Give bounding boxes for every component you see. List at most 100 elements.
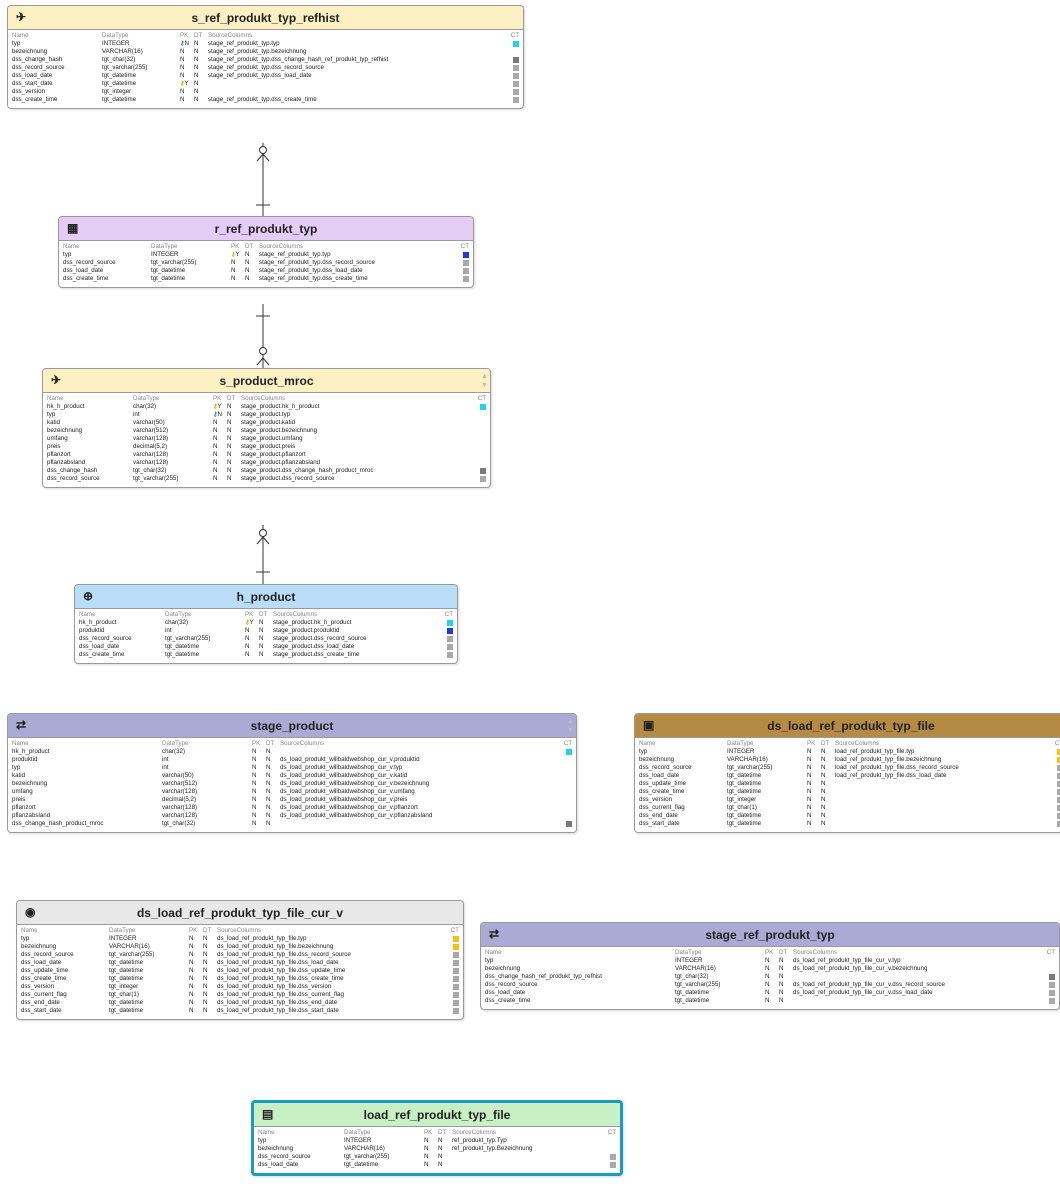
table-row[interactable]: dss_record_source tgt_varchar(255) N Nload_… (639, 764, 1060, 772)
column-datatype: INTEGER (344, 1137, 372, 1144)
table-stage-ref-produkt-typ[interactable]: ⇄ stage_ref_produkt_typ Name DataType PK DT So… (480, 922, 1060, 1010)
table-row[interactable]: dss_load_date tgt_datetime N Nstage_ref_pro… (63, 267, 469, 275)
table-row[interactable]: dss_update_time tgt_datetime N N (639, 780, 1060, 788)
table-row[interactable]: hk_h_product char(32) N N (12, 748, 572, 756)
column-header-datatype: DataType (675, 949, 702, 956)
table-row[interactable]: bezeichnung VARCHAR(16) N Nds_load_ref_prod… (21, 943, 459, 951)
table-row[interactable]: bezeichnung varchar(512) N Nds_load_produkt… (12, 780, 572, 788)
scroll-arrows-icon[interactable]: ▲ ▼ (567, 717, 574, 735)
table-row[interactable]: dss_start_date tgt_datetime ⚷Y N (12, 80, 519, 88)
table-row[interactable]: typ INTEGER N Nload_ref_produkt_typ_file.ty… (639, 748, 1060, 756)
table-row[interactable]: typ int N Nds_load_produkt_willbaldwebshop_… (12, 764, 572, 772)
table-row[interactable]: dss_current_flag tgt_char(1) N N (639, 804, 1060, 812)
table-row[interactable]: dss_create_time tgt_datetime N Nds_load_ref… (21, 975, 459, 983)
table-row[interactable]: dss_load_date tgt_datetime N Nstage_ref_pro… (12, 72, 519, 80)
dt-value: N (438, 1145, 443, 1152)
column-name: pflanzabsland (12, 812, 51, 819)
table-header[interactable]: ▦ r_ref_produkt_typ (59, 217, 473, 241)
table-row[interactable]: dss_create_time tgt_datetime N N (639, 788, 1060, 796)
table-row[interactable]: preis decimal(5,2) N Nstage_product.preis (47, 443, 486, 451)
table-row[interactable]: dss_record_source tgt_varchar(255) N Nds_lo… (21, 951, 459, 959)
relationship-product-mroc-to-hub (256, 525, 270, 584)
table-s-product-mroc[interactable]: ✈ s_product_mroc ▲ ▼ Name DataType PK DT SourceC… (42, 368, 491, 488)
table-header[interactable]: ▣ ds_load_ref_produkt_typ_file (635, 714, 1060, 738)
table-row[interactable]: produktid int N Nstage_product.produktid (79, 627, 453, 635)
column-header-datatype: DataType (165, 611, 192, 618)
table-row[interactable]: dss_version tgt_integer N Nds_load_ref_prod… (21, 983, 459, 991)
table-row[interactable]: dss_load_date tgt_datetime N N (258, 1161, 616, 1169)
table-header[interactable]: ✈ s_ref_produkt_typ_refhist (8, 6, 523, 30)
table-row[interactable]: katid varchar(50) N Nstage_product.katid (47, 419, 486, 427)
column-header-pk: PK (231, 243, 240, 250)
table-row[interactable]: dss_change_hash_ref_produkt_typ_refhist t… (485, 973, 1055, 981)
table-row[interactable]: pflanzort varchar(128) N Nds_load_produkt_w… (12, 804, 572, 812)
table-ds-load-ref-produkt-typ-file[interactable]: ▣ ds_load_ref_produkt_typ_file Name DataTyp… (634, 713, 1060, 833)
pk-value: N (217, 411, 223, 418)
table-row[interactable]: dss_change_hash tgt_char(32) N Nstage_ref_p… (12, 56, 519, 64)
table-row[interactable]: bezeichnung VARCHAR(16) N Nds_load_ref_prod… (485, 965, 1055, 973)
table-row[interactable]: dss_version tgt_integer N N (12, 88, 519, 96)
table-row[interactable]: dss_load_date tgt_datetime N Nds_load_ref_p… (21, 959, 459, 967)
table-header[interactable]: ▤ load_ref_produkt_typ_file (254, 1103, 620, 1127)
table-row[interactable]: dss_start_date tgt_datetime N Nds_load_ref_… (21, 1007, 459, 1015)
table-row[interactable]: umfang varchar(128) N Nstage_product.umfang (47, 435, 486, 443)
table-row[interactable]: typ INTEGER ⚷N Nstage_ref_produkt_typ.typ (12, 40, 519, 48)
table-row[interactable]: dss_current_flag tgt_char(1) N Nds_load_ref… (21, 991, 459, 999)
table-row[interactable]: bezeichnung varchar(512) N Nstage_product.b… (47, 427, 486, 435)
table-row[interactable]: dss_create_time tgt_datetime N Nstage_ref_p… (63, 275, 469, 283)
table-ds-load-ref-produkt-typ-file-cur-v[interactable]: ◉ ds_load_ref_produkt_typ_file_cur_v Name D… (16, 900, 464, 1020)
table-row[interactable]: dss_record_source tgt_varchar(255) N N (258, 1153, 616, 1161)
table-stage-product[interactable]: ⇄ stage_product ▲ ▼ Name DataType PK DT SourceCo… (7, 713, 577, 833)
table-row[interactable]: dss_version tgt_integer N N (639, 796, 1060, 804)
scroll-arrows-icon[interactable]: ▲ ▼ (481, 372, 488, 390)
table-row[interactable]: dss_record_source tgt_varchar(255) N Nstage… (12, 64, 519, 72)
table-row[interactable]: dss_change_hash tgt_char(32) N Nstage_produ… (47, 467, 486, 475)
table-row[interactable]: pflanzort varchar(128) N Nstage_product.pfl… (47, 451, 486, 459)
table-row[interactable]: dss_start_date tgt_datetime N N (639, 820, 1060, 828)
table-row[interactable]: dss_create_time tgt_datetime N Nstage_produ… (79, 651, 453, 659)
table-header[interactable]: ⇄ stage_product ▲ ▼ (8, 714, 576, 738)
table-row[interactable]: dss_change_hash_product_mroc tgt_char(32)… (12, 820, 572, 828)
pk-cell: N (252, 788, 266, 796)
table-row[interactable]: typ INTEGER ⚷Y Nstage_ref_produkt_typ.typ (63, 251, 469, 259)
table-row[interactable]: hk_h_product char(32) ⚷Y Nstage_product.hk_… (79, 619, 453, 627)
column-source: stage_product.dss_record_source (241, 475, 335, 482)
table-row[interactable]: dss_record_source tgt_varchar(255) N Nstage… (79, 635, 453, 643)
table-row[interactable]: pflanzabsland varchar(128) N Nstage_product… (47, 459, 486, 467)
table-row[interactable]: dss_end_date tgt_datetime N N (639, 812, 1060, 820)
table-row[interactable]: produktid int N Nds_load_produkt_willbaldwe… (12, 756, 572, 764)
table-row[interactable]: hk_h_product char(32) ⚷Y Nstage_product.hk_… (47, 403, 486, 411)
table-row[interactable]: typ INTEGER N Nds_load_ref_produkt_typ_file… (485, 957, 1055, 965)
table-body: Name DataType PK DT SourceColumns CT typ INTEGE… (635, 738, 1060, 832)
table-header[interactable]: ⊕ h_product (75, 585, 457, 609)
table-row[interactable]: katid varchar(50) N Nds_load_produkt_willba… (12, 772, 572, 780)
table-load-ref-produkt-typ-file[interactable]: ▤ load_ref_produkt_typ_file Name DataType PK… (251, 1100, 623, 1176)
table-row[interactable]: dss_record_source tgt_varchar(255) N Nds_lo… (485, 981, 1055, 989)
table-header[interactable]: ✈ s_product_mroc ▲ ▼ (43, 369, 490, 393)
table-row[interactable]: bezeichnung VARCHAR(16) N Nload_ref_produkt… (639, 756, 1060, 764)
table-row[interactable]: bezeichnung VARCHAR(16) N Nstage_ref_produk… (12, 48, 519, 56)
table-row[interactable]: dss_load_date tgt_datetime N Nds_load_ref_p… (485, 989, 1055, 997)
table-row[interactable]: typ int ⚷N Nstage_product.typ (47, 411, 486, 419)
table-header[interactable]: ⇄ stage_ref_produkt_typ (481, 923, 1059, 947)
table-row[interactable]: umfang varchar(128) N Nds_load_produkt_will… (12, 788, 572, 796)
table-s-ref-produkt-typ-refhist[interactable]: ✈ s_ref_produkt_typ_refhist Name DataType PK… (7, 5, 524, 109)
table-row[interactable]: dss_load_date tgt_datetime N Nstage_product… (79, 643, 453, 651)
table-row[interactable]: dss_create_time tgt_datetime N Nstage_ref_p… (12, 96, 519, 104)
table-row[interactable]: dss_load_date tgt_datetime N Nload_ref_prod… (639, 772, 1060, 780)
pk-value: N (807, 756, 812, 763)
table-row[interactable]: typ INTEGER N Nds_load_ref_produkt_typ_file… (21, 935, 459, 943)
table-row[interactable]: pflanzabsland varchar(128) N Nds_load_produ… (12, 812, 572, 820)
table-row[interactable]: dss_record_source tgt_varchar(255) N Nstage… (47, 475, 486, 483)
table-row[interactable]: preis decimal(5,2) N Nds_load_produkt_willb… (12, 796, 572, 804)
table-row[interactable]: dss_record_source tgt_varchar(255) N Nstage… (63, 259, 469, 267)
table-r-ref-produkt-typ[interactable]: ▦ r_ref_produkt_typ Name DataType PK DT Source… (58, 216, 474, 288)
table-row[interactable]: dss_create_time tgt_datetime N N (485, 997, 1055, 1005)
table-row[interactable]: dss_update_time tgt_datetime N Nds_load_ref… (21, 967, 459, 975)
table-row[interactable]: dss_end_date tgt_datetime N Nds_load_ref_pr… (21, 999, 459, 1007)
column-source: ds_load_ref_produkt_typ_file.dss_update_… (217, 967, 346, 974)
table-row[interactable]: bezeichnung VARCHAR(16) N Nref_produkt_typ.… (258, 1145, 616, 1153)
table-header[interactable]: ◉ ds_load_ref_produkt_typ_file_cur_v (17, 901, 463, 925)
table-row[interactable]: typ INTEGER N Nref_produkt_typ.Typ (258, 1137, 616, 1145)
table-h-product[interactable]: ⊕ h_product Name DataType PK DT SourceColumns C… (74, 584, 458, 664)
